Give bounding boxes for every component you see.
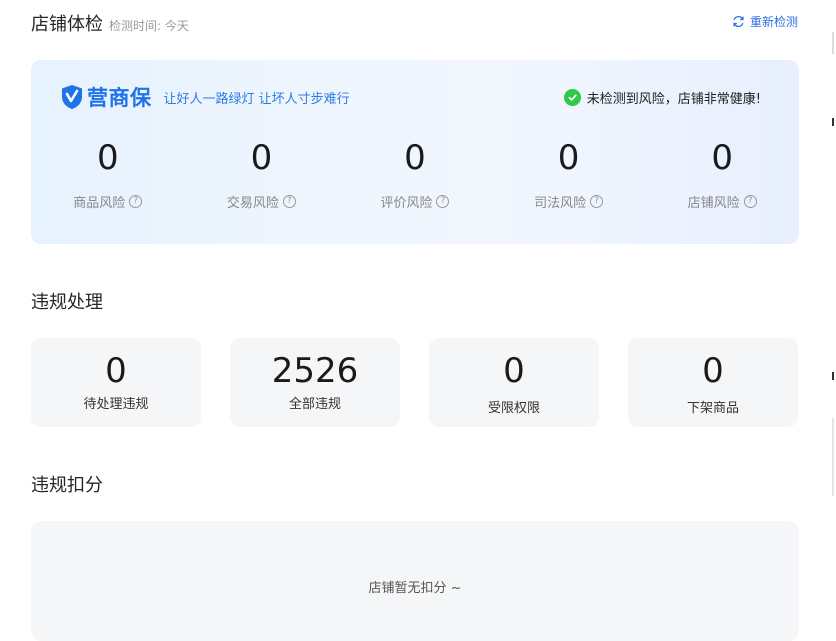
risk-label: 交易风险 ? bbox=[227, 192, 296, 211]
risk-item-transaction: 0 交易风险 ? bbox=[185, 138, 339, 211]
risk-item-review: 0 评价风险 ? bbox=[338, 138, 492, 211]
check-circle-icon bbox=[563, 89, 581, 106]
shield-logo-icon bbox=[62, 85, 82, 109]
health-check-card: 营商保 让好人一路绿灯 让坏人寸步难行 未检测到风险，店铺非常健康! 0 商品风… bbox=[31, 60, 799, 244]
page-header: 店铺体检 检测时间: 今天 重新检测 bbox=[31, 10, 798, 35]
violation-label: 受限权限 bbox=[487, 401, 540, 416]
violation-label: 待处理违规 bbox=[83, 397, 149, 412]
risk-value: 0 bbox=[250, 138, 273, 178]
violation-card-delisted[interactable]: 0 下架商品 bbox=[628, 338, 798, 427]
risk-label: 商品风险 ? bbox=[73, 192, 143, 211]
deductions-card: 店铺暂无扣分 ~ bbox=[31, 521, 799, 641]
risk-value: 0 bbox=[711, 138, 733, 178]
risk-label-text: 商品风险 bbox=[73, 196, 126, 211]
violation-label: 全部违规 bbox=[288, 397, 341, 412]
violation-card-all[interactable]: 2526 全部违规 bbox=[230, 338, 400, 427]
page-title: 店铺体检 bbox=[31, 14, 103, 35]
risk-item-legal: 0 司法风险 ? bbox=[492, 138, 646, 211]
health-status-text: 未检测到风险，店铺非常健康! bbox=[586, 92, 761, 107]
violation-card-restricted[interactable]: 0 受限权限 bbox=[429, 338, 599, 427]
risk-label-text: 店铺风险 bbox=[687, 196, 740, 211]
risk-label-text: 司法风险 bbox=[534, 196, 587, 211]
risk-label-text: 交易风险 bbox=[226, 196, 279, 211]
risk-label: 评价风险 ? bbox=[380, 192, 450, 211]
risk-value: 0 bbox=[96, 138, 119, 178]
violation-value: 0 bbox=[702, 351, 724, 391]
health-status: 未检测到风险，店铺非常健康! bbox=[563, 88, 761, 107]
risk-item-store: 0 店铺风险 ? bbox=[645, 138, 799, 211]
question-icon[interactable]: ? bbox=[436, 195, 450, 208]
risk-label: 店铺风险 ? bbox=[688, 192, 757, 211]
question-icon[interactable]: ? bbox=[129, 195, 143, 208]
risk-summary: 0 商品风险 ? 0 交易风险 ? 0 评价风险 ? 0 司法风险 ? 0 店铺… bbox=[31, 138, 799, 211]
question-icon[interactable]: ? bbox=[282, 195, 296, 208]
risk-label: 司法风险 ? bbox=[534, 192, 604, 211]
deductions-empty-text: 店铺暂无扣分 ~ bbox=[368, 581, 462, 596]
violation-value: 2526 bbox=[271, 351, 359, 391]
risk-value: 0 bbox=[404, 138, 426, 178]
brand-slogan: 让好人一路绿灯 让坏人寸步难行 bbox=[163, 91, 350, 107]
adjacent-panel-edge bbox=[832, 0, 836, 627]
refresh-icon bbox=[733, 16, 744, 27]
violation-value: 0 bbox=[105, 351, 127, 391]
recheck-label: 重新检测 bbox=[749, 15, 798, 29]
violations-title: 违规处理 bbox=[31, 292, 103, 313]
violation-value: 0 bbox=[503, 351, 525, 391]
brand: 营商保 让好人一路绿灯 让坏人寸步难行 bbox=[61, 82, 350, 112]
risk-item-product: 0 商品风险 ? bbox=[31, 138, 185, 211]
question-icon[interactable]: ? bbox=[743, 195, 757, 208]
risk-label-text: 评价风险 bbox=[380, 196, 433, 211]
risk-value: 0 bbox=[557, 138, 580, 178]
brand-name: 营商保 bbox=[87, 86, 152, 110]
question-icon[interactable]: ? bbox=[590, 195, 604, 208]
check-time: 检测时间: 今天 bbox=[109, 19, 189, 33]
violation-label: 下架商品 bbox=[686, 401, 739, 416]
deductions-title: 违规扣分 bbox=[31, 475, 103, 496]
recheck-button[interactable]: 重新检测 bbox=[732, 13, 798, 30]
violation-card-pending[interactable]: 0 待处理违规 bbox=[31, 338, 201, 427]
